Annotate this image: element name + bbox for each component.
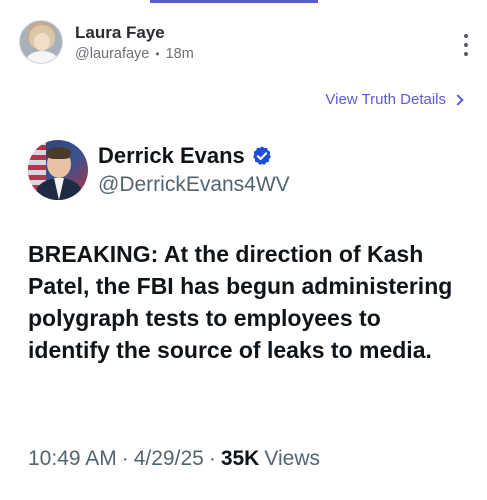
embedded-post-time: 10:49 AM bbox=[28, 447, 117, 470]
view-truth-details-link[interactable]: View Truth Details bbox=[325, 91, 464, 108]
embedded-post-date: 4/29/25 bbox=[133, 447, 204, 470]
author-name[interactable]: Laura Faye bbox=[75, 23, 165, 43]
author-handle[interactable]: @laurafaye bbox=[75, 46, 149, 62]
embedded-post-header: Derrick Evans @DerrickEvans4WV bbox=[28, 140, 468, 204]
author-avatar[interactable] bbox=[19, 20, 63, 64]
embedded-author-name-row: Derrick Evans bbox=[98, 143, 273, 169]
post-header: Laura Faye @laurafaye • 18m bbox=[19, 20, 469, 70]
truth-post-screen: Laura Faye @laurafaye • 18m View Truth D… bbox=[0, 0, 487, 500]
views-count: 35K bbox=[220, 447, 260, 470]
chevron-right-icon bbox=[452, 93, 464, 106]
views-label: Views bbox=[264, 447, 320, 470]
embedded-post-text: BREAKING: At the direction of Kash Patel… bbox=[28, 241, 453, 363]
verified-badge-icon bbox=[252, 146, 271, 165]
top-tab-indicator bbox=[150, 0, 318, 3]
footer-dot: · bbox=[121, 447, 129, 470]
more-vertical-icon[interactable] bbox=[463, 34, 469, 56]
embedded-author-name: Derrick Evans bbox=[98, 143, 245, 168]
embedded-author-handle: @DerrickEvans4WV bbox=[98, 173, 290, 196]
post-timestamp[interactable]: 18m bbox=[166, 46, 194, 62]
meta-separator: • bbox=[155, 47, 160, 61]
embedded-post-footer: 10:49 AM · 4/29/25 · 35K Views bbox=[28, 447, 320, 471]
embedded-author-avatar bbox=[28, 140, 88, 200]
footer-dot: · bbox=[208, 447, 216, 470]
author-meta: @laurafaye • 18m bbox=[75, 46, 194, 62]
view-truth-details-label: View Truth Details bbox=[325, 91, 446, 108]
